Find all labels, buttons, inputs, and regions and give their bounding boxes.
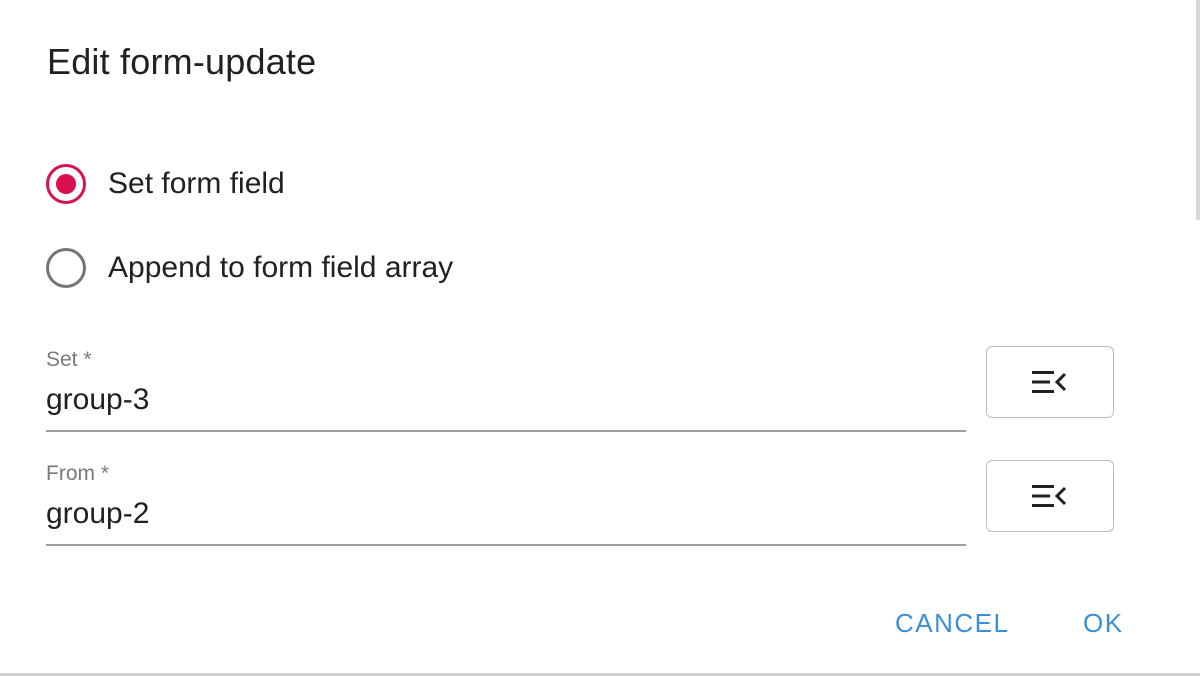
radio-unchecked-icon[interactable] bbox=[46, 248, 86, 288]
menu-collapse-icon bbox=[1032, 371, 1067, 393]
set-field-picker-button[interactable] bbox=[986, 346, 1114, 418]
scrollbar[interactable] bbox=[1196, 0, 1200, 220]
radio-checked-icon[interactable] bbox=[46, 164, 86, 204]
radio-dot bbox=[56, 174, 76, 194]
radio-option-append-to-array[interactable]: Append to form field array bbox=[46, 248, 453, 288]
cancel-button[interactable]: CANCEL bbox=[895, 602, 1009, 644]
from-field-value[interactable]: group-2 bbox=[46, 496, 149, 532]
radio-option-set-form-field[interactable]: Set form field bbox=[46, 164, 285, 204]
menu-collapse-icon bbox=[1032, 485, 1067, 507]
radio-label-append-to-array[interactable]: Append to form field array bbox=[108, 248, 453, 288]
ok-button[interactable]: OK bbox=[1083, 602, 1124, 644]
from-field-label: From * bbox=[46, 462, 109, 485]
dialog-title: Edit form-update bbox=[47, 41, 317, 82]
edit-form-update-dialog: Edit form-update Set form field Append t… bbox=[0, 0, 1200, 676]
radio-label-set-form-field[interactable]: Set form field bbox=[108, 164, 285, 204]
from-field[interactable]: From * group-2 bbox=[46, 462, 966, 546]
set-field-value[interactable]: group-3 bbox=[46, 382, 149, 418]
set-field[interactable]: Set * group-3 bbox=[46, 348, 966, 432]
from-field-picker-button[interactable] bbox=[986, 460, 1114, 532]
set-field-label: Set * bbox=[46, 348, 92, 371]
